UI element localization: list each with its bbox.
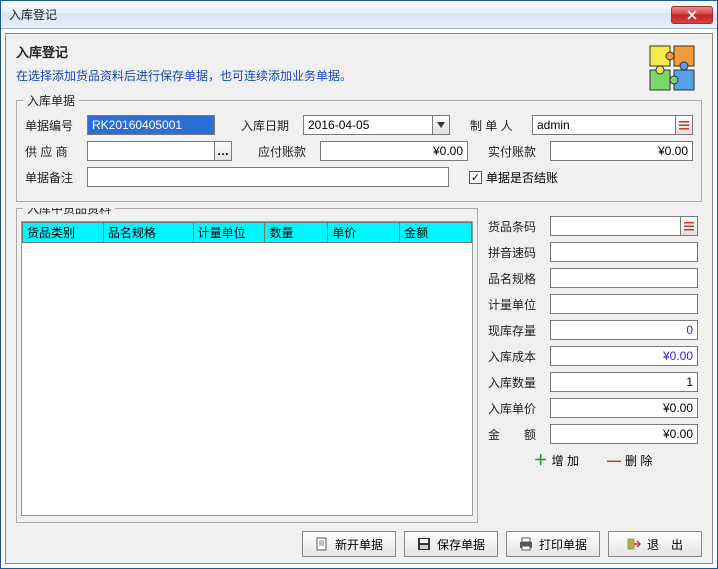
add-button[interactable]: ＋ 增 加	[534, 450, 579, 470]
payable-input[interactable]: ¥0.00	[320, 141, 468, 161]
footer: 新开单据 保存单据 打印单据 退 出	[16, 523, 702, 557]
save-receipt-button[interactable]: 保存单据	[404, 531, 498, 557]
checkbox-icon: ✓	[469, 171, 482, 184]
print-label: 打印单据	[539, 536, 587, 553]
barcode-input[interactable]	[550, 216, 681, 236]
price-label: 入库单价	[488, 400, 544, 417]
stock-label: 现库存量	[488, 322, 544, 339]
content-area: 入库登记 在选择添加货品资料后进行保存单据，也可连续添加业务单据。 入库单据	[5, 33, 713, 564]
paid-input[interactable]: ¥0.00	[550, 141, 693, 161]
goods-fieldset: 入库中货品资料 货品类别 品名规格 计量单位 数量 单价 金额	[16, 208, 478, 523]
col-qty[interactable]: 数量	[265, 223, 328, 243]
minus-icon: —	[607, 452, 621, 468]
qty-label: 入库数量	[488, 374, 544, 391]
save-label: 保存单据	[437, 536, 485, 553]
page-title: 入库登记	[16, 42, 646, 61]
supplier-label: 供 应 商	[25, 143, 81, 160]
delete-button[interactable]: — 删 除	[607, 450, 652, 470]
maker-picker-button[interactable]	[675, 115, 693, 135]
page-subtitle: 在选择添加货品资料后进行保存单据，也可连续添加业务单据。	[16, 67, 646, 84]
supplier-input[interactable]	[87, 141, 215, 161]
receipt-maker-input[interactable]: admin	[532, 115, 676, 135]
plus-icon: ＋	[534, 450, 548, 470]
col-unit[interactable]: 计量单位	[193, 223, 265, 243]
cost-value: ¥0.00	[550, 346, 698, 366]
paid-label: 实付账款	[488, 143, 544, 160]
spec-label: 品名规格	[488, 270, 544, 287]
unit-label: 计量单位	[488, 296, 544, 313]
barcode-label: 货品条码	[488, 218, 544, 235]
printer-icon	[519, 537, 533, 551]
print-receipt-button[interactable]: 打印单据	[506, 531, 600, 557]
qty-input[interactable]: 1	[550, 372, 698, 392]
paid-value: ¥0.00	[658, 144, 688, 158]
amount-label: 金 额	[488, 426, 544, 443]
pinyin-label: 拼音速码	[488, 244, 544, 261]
col-category[interactable]: 货品类别	[23, 223, 104, 243]
barcode-picker-button[interactable]	[680, 216, 698, 236]
exit-button[interactable]: 退 出	[608, 531, 702, 557]
price-input[interactable]: ¥0.00	[550, 398, 698, 418]
amount-input[interactable]: ¥0.00	[550, 424, 698, 444]
chevron-down-icon	[437, 122, 445, 128]
cost-label: 入库成本	[488, 348, 544, 365]
window-close-button[interactable]	[671, 6, 713, 24]
puzzle-icon	[646, 42, 698, 94]
ellipsis-icon: …	[217, 144, 229, 158]
spec-input[interactable]	[550, 268, 698, 288]
titlebar: 入库登记	[1, 1, 717, 29]
checkout-checkbox[interactable]: ✓ 单据是否结账	[469, 169, 558, 186]
receipt-legend: 入库单据	[23, 92, 79, 109]
receipt-date-value: 2016-04-05	[308, 118, 369, 132]
receipt-id-input[interactable]: RK20160405001	[87, 115, 215, 135]
side-form: 货品条码 拼音速码 品名规格 计量单	[488, 208, 702, 523]
close-icon	[687, 10, 697, 20]
header: 入库登记 在选择添加货品资料后进行保存单据，也可连续添加业务单据。	[16, 42, 702, 94]
col-price[interactable]: 单价	[328, 223, 400, 243]
stock-value: 0	[550, 320, 698, 340]
unit-input[interactable]	[550, 294, 698, 314]
col-spec[interactable]: 品名规格	[103, 223, 193, 243]
goods-legend: 入库中货品资料	[23, 208, 115, 217]
delete-label: 删 除	[625, 452, 652, 469]
col-amount[interactable]: 金额	[400, 223, 472, 243]
exit-icon	[627, 537, 641, 551]
exit-label: 退 出	[647, 536, 683, 553]
lower-area: 入库中货品资料 货品类别 品名规格 计量单位 数量 单价 金额	[16, 208, 702, 523]
new-receipt-button[interactable]: 新开单据	[302, 531, 396, 557]
new-label: 新开单据	[335, 536, 383, 553]
checkout-label: 单据是否结账	[486, 169, 558, 186]
payable-value: ¥0.00	[433, 144, 463, 158]
receipt-date-label: 入库日期	[241, 117, 297, 134]
remark-input[interactable]	[87, 167, 449, 187]
receipt-fieldset: 入库单据 单据编号 RK20160405001 入库日期 2016-04-05 …	[16, 100, 702, 202]
payable-label: 应付账款	[258, 143, 314, 160]
add-label: 增 加	[552, 452, 579, 469]
receipt-id-value: RK20160405001	[92, 118, 182, 132]
remark-label: 单据备注	[25, 169, 81, 186]
supplier-picker-button[interactable]: …	[214, 141, 232, 161]
bars-icon	[684, 221, 694, 231]
goods-grid[interactable]: 货品类别 品名规格 计量单位 数量 单价 金额	[21, 221, 473, 516]
receipt-maker-label: 制 单 人	[470, 117, 526, 134]
receipt-date-input[interactable]: 2016-04-05	[303, 115, 433, 135]
date-dropdown-button[interactable]	[432, 115, 450, 135]
save-icon	[417, 537, 431, 551]
document-icon	[315, 537, 329, 551]
pinyin-input[interactable]	[550, 242, 698, 262]
receipt-maker-value: admin	[537, 118, 570, 132]
receipt-id-label: 单据编号	[25, 117, 81, 134]
window-title: 入库登记	[9, 6, 671, 23]
bars-icon	[679, 120, 689, 130]
window-frame: 入库登记 入库登记 在选择添加货品资料后进行保存单据，也可连续添加业务单据。	[0, 0, 718, 569]
